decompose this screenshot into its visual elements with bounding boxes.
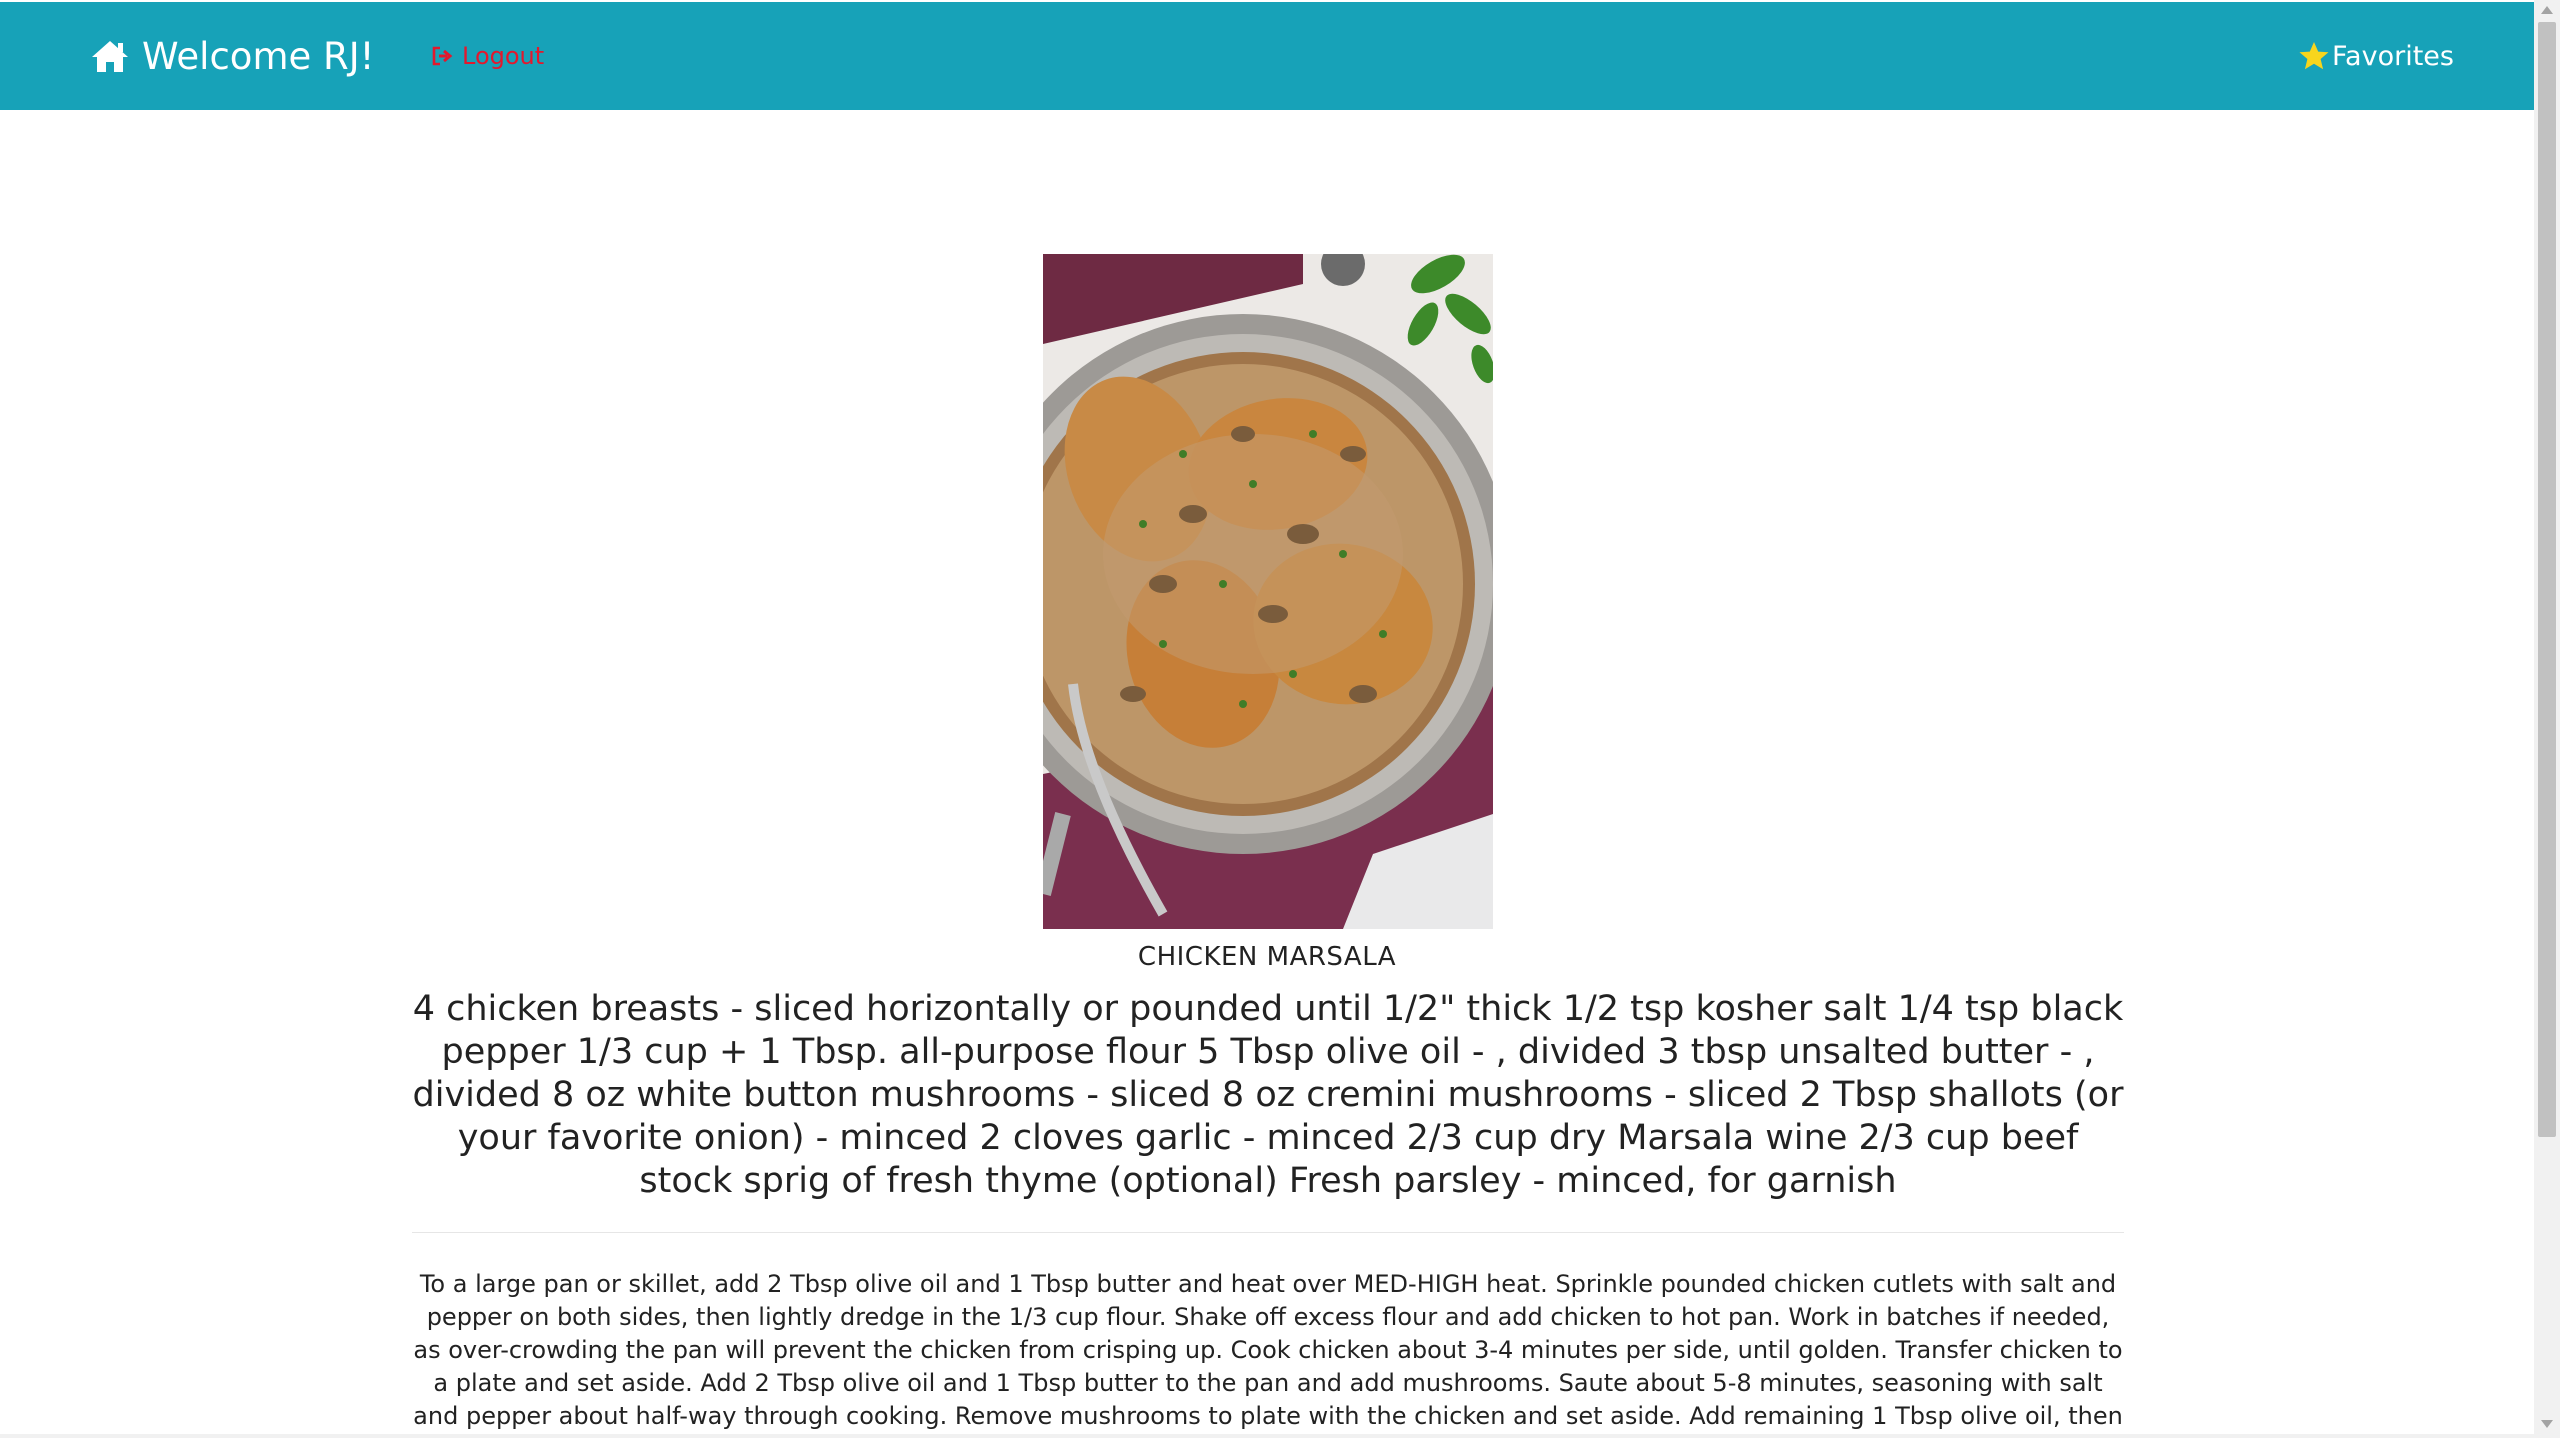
recipe-ingredients: 4 chicken breasts - sliced horizontally … bbox=[412, 989, 2124, 1201]
recipe-image bbox=[1043, 254, 1493, 929]
favorites-label: Favorites bbox=[2332, 40, 2454, 72]
welcome-label: Welcome RJ! bbox=[142, 34, 375, 78]
star-icon bbox=[2299, 42, 2329, 70]
recipe-title: CHICKEN MARSALA bbox=[1137, 942, 1397, 972]
scroll-thumb[interactable] bbox=[2538, 22, 2556, 1137]
logout-label: Logout bbox=[462, 42, 545, 70]
scroll-up-arrow-icon[interactable] bbox=[2541, 6, 2553, 14]
section-divider bbox=[412, 1232, 2124, 1233]
home-link[interactable]: Welcome RJ! bbox=[90, 2, 374, 110]
sign-out-icon bbox=[432, 46, 453, 66]
recipe-instructions: To a large pan or skillet, add 2 Tbsp ol… bbox=[413, 1270, 2123, 1438]
home-icon bbox=[92, 41, 128, 72]
scroll-down-arrow-icon[interactable] bbox=[2541, 1420, 2553, 1428]
favorites-link[interactable]: Favorites bbox=[2298, 2, 2454, 110]
vertical-scrollbar[interactable] bbox=[2534, 0, 2560, 1438]
top-navbar: Welcome RJ! Logout Favorites bbox=[0, 2, 2534, 110]
logout-link[interactable]: Logout bbox=[432, 2, 544, 110]
